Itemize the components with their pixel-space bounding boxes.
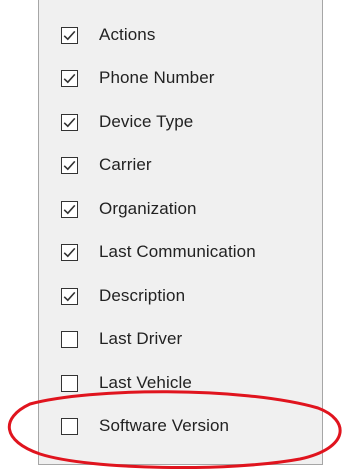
checkbox-last-vehicle[interactable]: [61, 374, 78, 392]
menu-item-label: Last Vehicle: [99, 373, 192, 392]
checkbox-organization[interactable]: [61, 200, 78, 218]
menu-item-label: Last Communication: [99, 242, 256, 261]
menu-item-actions[interactable]: Actions: [61, 22, 155, 48]
checkbox-last-driver[interactable]: [61, 330, 78, 348]
checkmark-icon: [63, 30, 76, 40]
checkmark-icon: [63, 160, 76, 170]
menu-item-phone-number[interactable]: Phone Number: [61, 65, 215, 91]
column-chooser-menu: Actions Phone Number Device Type Carrier…: [38, 0, 323, 465]
menu-item-label: Actions: [99, 25, 156, 44]
screenshot-stage: Actions Phone Number Device Type Carrier…: [0, 0, 348, 472]
checkmark-icon: [63, 247, 76, 257]
menu-item-last-vehicle[interactable]: Last Vehicle: [61, 370, 192, 396]
menu-item-carrier[interactable]: Carrier: [61, 152, 152, 178]
checkmark-icon: [63, 117, 76, 127]
menu-item-device-type[interactable]: Device Type: [61, 109, 193, 135]
menu-item-label: Software Version: [99, 416, 230, 435]
checkbox-software-version[interactable]: [61, 417, 78, 435]
checkmark-icon: [63, 73, 76, 83]
checkmark-icon: [63, 204, 76, 214]
menu-item-last-communication[interactable]: Last Communication: [61, 239, 256, 265]
menu-item-description[interactable]: Description: [61, 283, 185, 309]
checkbox-phone-number[interactable]: [61, 69, 78, 87]
checkmark-icon: [63, 291, 76, 301]
checkbox-device-type[interactable]: [61, 113, 78, 131]
checkbox-carrier[interactable]: [61, 156, 78, 174]
menu-item-label: Carrier: [99, 155, 152, 174]
menu-item-label: Device Type: [99, 112, 194, 131]
checkbox-description[interactable]: [61, 287, 78, 305]
checkbox-actions[interactable]: [61, 26, 78, 44]
menu-item-label: Last Driver: [99, 329, 183, 348]
menu-item-last-driver[interactable]: Last Driver: [61, 326, 182, 352]
menu-item-label: Organization: [99, 199, 197, 218]
menu-item-label: Description: [99, 286, 186, 305]
menu-item-software-version[interactable]: Software Version: [61, 413, 229, 439]
menu-item-organization[interactable]: Organization: [61, 196, 197, 222]
checkbox-last-communication[interactable]: [61, 243, 78, 261]
menu-item-label: Phone Number: [99, 68, 215, 87]
